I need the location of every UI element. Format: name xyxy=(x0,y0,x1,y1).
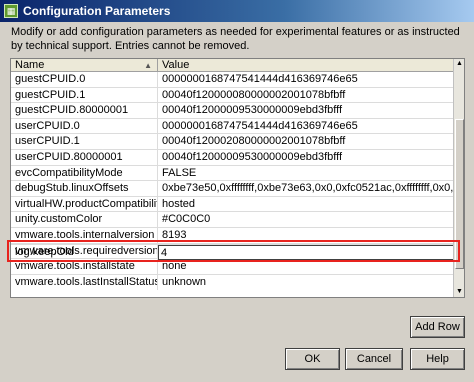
new-parameter-row[interactable]: log.keepOld xyxy=(11,244,454,261)
column-header-value[interactable]: Value xyxy=(158,59,454,72)
param-name: unity.customColor xyxy=(11,212,158,227)
param-name: userCPUID.1 xyxy=(11,134,158,149)
table-row[interactable]: virtualHW.productCompatibility hosted xyxy=(11,196,454,213)
param-value[interactable]: 00040f12000009530000009ebd3fbfff xyxy=(158,103,454,118)
table-row[interactable]: guestCPUID.0 0000000168747541444d4163697… xyxy=(11,72,454,88)
add-row-button[interactable]: Add Row xyxy=(410,316,465,338)
param-value[interactable]: unknown xyxy=(158,275,454,291)
param-name: vmware.tools.internalversion xyxy=(11,227,158,243)
param-name: guestCPUID.0 xyxy=(11,72,158,87)
column-header-name[interactable]: Name ▲ xyxy=(11,59,158,72)
param-name: vmware.tools.lastInstallStatus xyxy=(11,274,158,291)
param-value[interactable]: hosted xyxy=(158,197,454,212)
param-value[interactable]: 8193 xyxy=(158,228,454,243)
param-name: userCPUID.0 xyxy=(11,118,158,134)
param-value[interactable]: 00040f12000009530000009ebd3fbfff xyxy=(158,150,454,165)
table-row[interactable]: evcCompatibilityMode FALSE xyxy=(11,165,454,182)
param-name: guestCPUID.1 xyxy=(11,87,158,103)
param-value[interactable]: none xyxy=(158,259,454,274)
table-row[interactable]: guestCPUID.1 00040f120000080000002001078… xyxy=(11,87,454,104)
table-row[interactable]: unity.customColor #C0C0C0 xyxy=(11,212,454,228)
title-bar: ▦ Configuration Parameters xyxy=(0,0,474,22)
table-row[interactable]: guestCPUID.80000001 00040f12000009530000… xyxy=(11,103,454,119)
table-row[interactable]: userCPUID.1 00040f120002080000002001078b… xyxy=(11,134,454,150)
param-value[interactable]: 00040f120002080000002001078bfbff xyxy=(158,134,454,149)
new-param-name[interactable]: log.keepOld xyxy=(11,245,158,261)
table-row[interactable]: userCPUID.80000001 00040f120000095300000… xyxy=(11,149,454,166)
vertical-scrollbar[interactable]: ▲ ▼ xyxy=(453,59,464,297)
description-text: Modify or add configuration parameters a… xyxy=(11,26,460,52)
scroll-up-arrow-icon[interactable]: ▲ xyxy=(454,59,464,69)
table-row[interactable]: vmware.tools.lastInstallStatus unknown xyxy=(11,274,454,291)
param-name: evcCompatibilityMode xyxy=(11,165,158,181)
cancel-button[interactable]: Cancel xyxy=(345,348,403,370)
scroll-down-arrow-icon[interactable]: ▼ xyxy=(454,287,464,297)
new-param-value-input[interactable] xyxy=(158,245,454,260)
param-name: virtualHW.productCompatibility xyxy=(11,196,158,212)
table-row[interactable]: vmware.tools.installstate none xyxy=(11,259,454,275)
param-value[interactable]: #C0C0C0 xyxy=(158,212,454,227)
vsphere-app-icon: ▦ xyxy=(4,4,18,18)
param-value[interactable]: 0000000168747541444d416369746e65 xyxy=(158,119,454,134)
table-row[interactable]: debugStub.linuxOffsets 0xbe73e50,0xfffff… xyxy=(11,181,454,197)
param-name: vmware.tools.installstate xyxy=(11,259,158,274)
param-name: userCPUID.80000001 xyxy=(11,149,158,165)
param-value[interactable]: 0xbe73e50,0xffffffff,0xbe73e63,0x0,0xfc0… xyxy=(158,181,454,196)
param-value[interactable]: 00040f120000080000002001078bfbff xyxy=(158,88,454,103)
window-title: Configuration Parameters xyxy=(23,4,171,18)
param-name: debugStub.linuxOffsets xyxy=(11,181,158,196)
param-value[interactable]: FALSE xyxy=(158,166,454,181)
table-row[interactable]: userCPUID.0 0000000168747541444d41636974… xyxy=(11,118,454,135)
grid-header: Name ▲ Value xyxy=(11,59,454,72)
table-row[interactable]: vmware.tools.internalversion 8193 xyxy=(11,227,454,244)
parameters-grid: Name ▲ Value guestCPUID.0 00000001687475… xyxy=(10,58,465,298)
scroll-thumb[interactable] xyxy=(455,119,464,269)
help-button[interactable]: Help xyxy=(410,348,465,370)
ok-button[interactable]: OK xyxy=(285,348,340,370)
sort-ascending-icon: ▲ xyxy=(144,61,152,70)
param-name: guestCPUID.80000001 xyxy=(11,103,158,118)
param-value[interactable]: 0000000168747541444d416369746e65 xyxy=(158,72,454,87)
